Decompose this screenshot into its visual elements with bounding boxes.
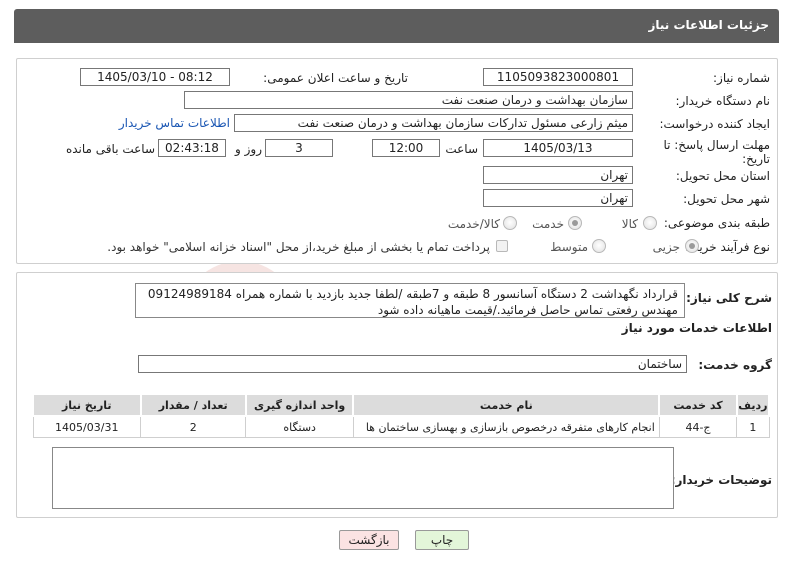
announce-label: تاریخ و ساعت اعلان عمومی: xyxy=(263,71,408,85)
services-table: ردیف کد خدمت نام خدمت واحد اندازه گیری ت… xyxy=(32,393,771,438)
col-service-name: نام خدمت xyxy=(352,393,661,417)
deadline-label-line2: تاریخ: xyxy=(742,152,770,166)
category-label: طبقه بندی موضوعی: xyxy=(663,216,770,230)
need-number-label: شماره نیاز: xyxy=(713,71,770,85)
province-label: استان محل تحویل: xyxy=(675,169,770,183)
remaining-time-label: ساعت باقی مانده xyxy=(65,142,155,156)
deadline-time-field: 12:00 xyxy=(372,139,440,157)
buyer-org-field: سازمان بهداشت و درمان صنعت نفت xyxy=(184,91,633,109)
process-radio-medium[interactable] xyxy=(592,239,606,253)
services-table-wrap: ردیف کد خدمت نام خدمت واحد اندازه گیری ت… xyxy=(32,393,771,438)
cell-need-date: 1405/03/31 xyxy=(32,415,142,438)
process-option-medium: متوسط xyxy=(550,240,588,254)
cell-service-name: انجام کارهای متفرقه درخصوص بازسازی و بهس… xyxy=(352,415,660,438)
col-need-date: تاریخ نیاز xyxy=(32,393,142,417)
services-table-header: ردیف کد خدمت نام خدمت واحد اندازه گیری ت… xyxy=(32,393,771,417)
col-service-code: کد خدمت xyxy=(658,393,738,417)
deadline-date-field: 1405/03/13 xyxy=(483,139,633,157)
buyer-contact-link[interactable]: اطلاعات تماس خریدار xyxy=(110,116,230,130)
buyer-org-label: نام دستگاه خریدار: xyxy=(675,94,771,108)
category-option-goods: کالا xyxy=(621,217,638,231)
process-radio-minor[interactable] xyxy=(685,239,699,253)
payment-note: پرداخت تمام یا بخشی از مبلغ خرید،از محل … xyxy=(107,240,490,254)
cell-row: 1 xyxy=(736,415,770,438)
city-label: شهر محل تحویل: xyxy=(683,192,770,206)
service-group-label: گروه خدمت: xyxy=(698,358,772,372)
col-quantity: تعداد / مقدار xyxy=(139,393,247,417)
cell-unit: دستگاه xyxy=(245,415,354,438)
need-number-field: 1105093823000801 xyxy=(483,68,633,86)
category-option-service: خدمت xyxy=(532,217,564,231)
announce-datetime-field: 1405/03/10 - 08:12 xyxy=(80,68,230,86)
province-field: تهران xyxy=(483,166,633,184)
summary-label: شرح کلی نیاز: xyxy=(686,291,772,305)
summary-text: قرارداد نگهداشت 2 دستگاه آسانسور 8 طبقه … xyxy=(135,283,685,318)
creator-label: ایجاد کننده درخواست: xyxy=(659,117,770,131)
category-radio-goods-service[interactable] xyxy=(503,216,517,230)
col-row: ردیف xyxy=(735,393,771,417)
process-option-minor: جزیی xyxy=(652,240,680,254)
creator-field: میثم زارعی مسئول تداركات سازمان بهداشت و… xyxy=(234,114,633,132)
days-label: روز و xyxy=(235,142,262,156)
remaining-time-field: 02:43:18 xyxy=(158,139,226,157)
category-radio-service[interactable] xyxy=(568,216,582,230)
back-button[interactable]: بازگشت xyxy=(339,530,399,550)
page-title: جزئیات اطلاعات نیاز xyxy=(14,9,779,43)
col-unit: واحد اندازه گیری xyxy=(244,393,355,417)
category-option-goods-service: کالا/خدمت xyxy=(447,217,500,231)
buyer-notes-box[interactable] xyxy=(52,447,674,509)
table-row: 1 ج-44 انجام کارهای متفرقه درخصوص بازساز… xyxy=(32,415,770,438)
deadline-label: مهلت ارسال پاسخ: تا تاریخ: xyxy=(650,138,770,166)
cell-quantity: 2 xyxy=(140,415,247,438)
payment-checkbox[interactable] xyxy=(496,240,508,252)
city-field: تهران xyxy=(483,189,633,207)
days-field: 3 xyxy=(265,139,333,157)
service-group-field: ساختمان xyxy=(138,355,687,373)
category-radio-goods[interactable] xyxy=(643,216,657,230)
deadline-time-label: ساعت xyxy=(445,142,478,156)
cell-service-code: ج-44 xyxy=(658,415,738,438)
services-section-title: اطلاعات خدمات مورد نیاز xyxy=(621,321,772,335)
deadline-label-line1: مهلت ارسال پاسخ: تا xyxy=(663,138,770,152)
buyer-notes-label: توضیحات خریدار: xyxy=(670,473,772,487)
print-button[interactable]: چاپ xyxy=(415,530,469,550)
